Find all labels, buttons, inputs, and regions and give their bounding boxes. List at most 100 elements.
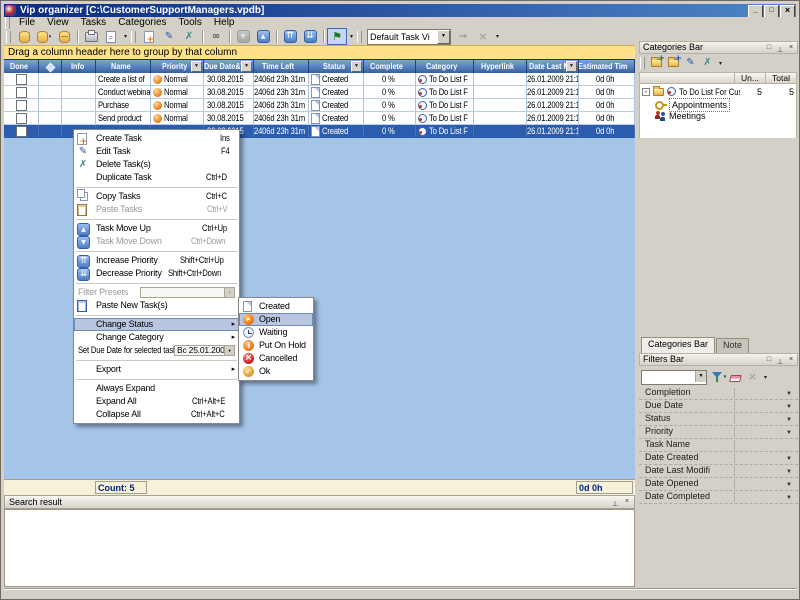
menu-item-always-expand[interactable]: Always Expand xyxy=(74,382,239,395)
delete-task-button[interactable] xyxy=(179,28,199,45)
menu-item-expand-all[interactable]: Expand AllCtrl+Alt+E xyxy=(74,395,239,408)
menu-item-delete-task-s-[interactable]: Delete Task(s) xyxy=(74,158,239,171)
menu-item-task-move-up[interactable]: Task Move UpCtrl+Up xyxy=(74,222,239,235)
tree-item-appointments[interactable]: Appointments xyxy=(640,98,796,110)
menu-item-edit-task[interactable]: Edit TaskF4 xyxy=(74,145,239,158)
menu-categories[interactable]: Categories xyxy=(112,17,172,28)
menu-item-copy-tasks[interactable]: Copy TasksCtrl+C xyxy=(74,190,239,203)
chevron-down-icon[interactable]: ▼ xyxy=(786,415,792,426)
column-header-estimated-tim[interactable]: Estimated Tim xyxy=(579,59,635,73)
edit-category-button[interactable] xyxy=(682,56,699,70)
priority-filter-button[interactable]: ▼ xyxy=(191,61,202,72)
task-row[interactable]: Create a list ofNormal30.08.20152406d 23… xyxy=(4,73,635,86)
menu-item-collapse-all[interactable]: Collapse AllCtrl+Alt+C xyxy=(74,408,239,421)
categories-bar-title[interactable]: Categories Bar □ ⊤ × xyxy=(639,41,798,54)
menu-view[interactable]: View xyxy=(41,17,75,28)
toolbar-overflow-icon[interactable]: ▾ xyxy=(493,33,502,40)
column-header-done[interactable]: Done xyxy=(4,59,39,73)
menu-item-decrease-priority[interactable]: Decrease PriorityShift+Ctrl+Down xyxy=(74,267,239,280)
menu-tools[interactable]: Tools xyxy=(173,17,208,28)
chevron-down-icon[interactable]: ▼ xyxy=(786,389,792,400)
close-icon[interactable]: × xyxy=(786,43,796,53)
menu-tasks[interactable]: Tasks xyxy=(75,17,113,28)
decrease-priority-button[interactable] xyxy=(300,28,320,45)
new-database-button[interactable] xyxy=(14,28,34,45)
task-row[interactable]: PurchaseNormal30.08.20152406d 23h 31mCre… xyxy=(4,99,635,112)
chevron-down-icon[interactable]: ▼ xyxy=(695,371,706,382)
chevron-down-icon[interactable]: ▼ xyxy=(786,480,792,491)
task-done-checkbox[interactable] xyxy=(16,100,27,111)
menu-combo[interactable]: Bc 25.01.2009▼ xyxy=(174,345,235,356)
clear-filter-button[interactable] xyxy=(727,370,744,384)
close-icon[interactable]: × xyxy=(786,355,796,365)
float-panel-icon[interactable]: □ xyxy=(764,355,774,365)
filter-row-date-opened[interactable]: Date Opened▼ xyxy=(639,478,798,491)
open-database-button[interactable]: ▾ xyxy=(34,28,54,45)
status-filter-button[interactable]: ▼ xyxy=(351,61,362,72)
menu-item-increase-priority[interactable]: Increase PriorityShift+Ctrl+Up xyxy=(74,254,239,267)
chevron-down-icon[interactable]: ▾ xyxy=(49,34,52,40)
filter-row-date-last-modifi[interactable]: Date Last Modifi▼ xyxy=(639,465,798,478)
column-header-due-date-t[interactable]: Due Date&T▼ xyxy=(204,59,254,73)
column-header-priority[interactable]: Priority▼ xyxy=(151,59,204,73)
submenu-item-created[interactable]: Created xyxy=(239,300,313,313)
toolbar-overflow-icon[interactable]: ▾ xyxy=(716,60,725,67)
chevron-down-icon[interactable]: ▼ xyxy=(786,493,792,504)
col-total[interactable]: Total xyxy=(766,72,797,84)
tree-expander[interactable]: - xyxy=(642,88,650,96)
delete-category-button[interactable] xyxy=(699,56,716,70)
task-view-combo[interactable]: Default Task Vi▼ xyxy=(367,29,451,45)
col-unread[interactable]: Un... xyxy=(735,72,766,84)
toolbar-overflow-icon[interactable]: ▾ xyxy=(761,374,770,381)
column-header-date-last-m[interactable]: Date Last M▼ xyxy=(527,59,579,73)
close-button[interactable]: × xyxy=(780,5,795,17)
print-button[interactable] xyxy=(81,28,101,45)
filter-row-priority[interactable]: Priority▼ xyxy=(639,426,798,439)
toolbar-overflow-icon[interactable]: ▾ xyxy=(347,33,356,40)
submenu-item-open[interactable]: Open xyxy=(239,313,313,326)
menu-item-paste-new-task-s-[interactable]: Paste New Task(s) xyxy=(74,299,239,312)
tree-item-to-do-list-for-customer-s[interactable]: -To Do List For Customer S55 xyxy=(640,86,796,98)
group-by-bar[interactable]: Drag a column header here to group by th… xyxy=(4,45,635,59)
new-task-button[interactable] xyxy=(139,28,159,45)
task-row[interactable]: Send productNormal30.08.20152406d 23h 31… xyxy=(4,112,635,125)
menu-combo[interactable]: ▼ xyxy=(140,287,235,298)
pin-icon[interactable]: ⊤ xyxy=(775,43,785,53)
task-done-checkbox[interactable] xyxy=(16,113,27,124)
toolbar-overflow-icon[interactable]: ▾ xyxy=(121,33,130,40)
submenu-item-put-on-hold[interactable]: Put On Hold xyxy=(239,339,313,352)
tab-categories-bar[interactable]: Categories Bar xyxy=(641,337,715,353)
column-header-status[interactable]: Status▼ xyxy=(309,59,364,73)
add-subcategory-button[interactable] xyxy=(665,56,682,70)
close-icon[interactable]: × xyxy=(622,497,632,507)
save-database-button[interactable] xyxy=(54,28,74,45)
title-bar[interactable]: Vip organizer [C:\CustomerSupportManager… xyxy=(4,4,796,17)
submenu-item-ok[interactable]: Ok xyxy=(239,365,313,378)
column-header-flag[interactable] xyxy=(39,59,62,73)
tab-note[interactable]: Note xyxy=(716,338,749,353)
due-date-t-filter-button[interactable]: ▼ xyxy=(241,61,252,72)
date-last-m-filter-button[interactable]: ▼ xyxy=(566,61,577,72)
task-move-up-button[interactable] xyxy=(253,28,273,45)
filter-row-status[interactable]: Status▼ xyxy=(639,413,798,426)
column-header-time-left[interactable]: Time Left xyxy=(254,59,309,73)
pin-icon[interactable]: ⊤ xyxy=(775,355,785,365)
menu-file[interactable]: File xyxy=(13,17,41,28)
edit-task-button[interactable] xyxy=(159,28,179,45)
task-done-checkbox[interactable] xyxy=(16,126,27,137)
menu-item-change-status[interactable]: Change Status▸ xyxy=(74,318,239,331)
pin-icon[interactable]: ⊤ xyxy=(610,497,620,507)
chevron-down-icon[interactable]: ▼ xyxy=(786,467,792,478)
filter-row-date-completed[interactable]: Date Completed▼ xyxy=(639,491,798,504)
filters-bar-title[interactable]: Filters Bar □ ⊤ × xyxy=(639,353,798,366)
increase-priority-button[interactable] xyxy=(280,28,300,45)
filter-row-due-date[interactable]: Due Date▼ xyxy=(639,400,798,413)
column-header-category[interactable]: Category xyxy=(416,59,474,73)
menu-item-duplicate-task[interactable]: Duplicate TaskCtrl+D xyxy=(74,171,239,184)
apply-filter-button[interactable]: ▾ xyxy=(710,370,727,384)
menu-item-set-due-date-for-selected-tasks[interactable]: Set Due Date for selected tasksBc 25.01.… xyxy=(74,344,239,357)
complete-task-button[interactable] xyxy=(327,28,347,45)
col-category[interactable] xyxy=(639,72,735,84)
add-category-button[interactable] xyxy=(648,56,665,70)
restore-button[interactable]: □ xyxy=(764,5,779,17)
